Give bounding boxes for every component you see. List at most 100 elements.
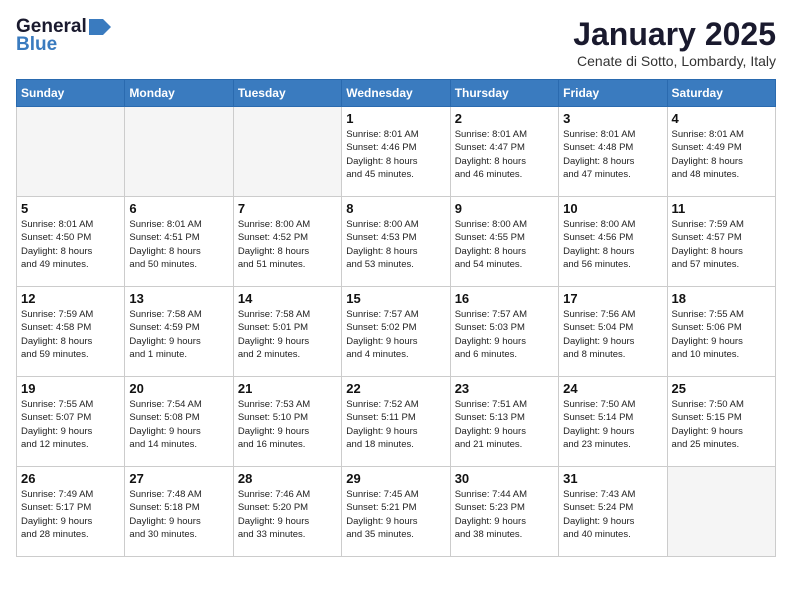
weekday-header-thursday: Thursday — [450, 80, 558, 107]
calendar-cell: 29 Sunrise: 7:45 AMSunset: 5:21 PMDayligh… — [342, 467, 450, 557]
day-number: 26 — [21, 471, 120, 486]
calendar-cell — [667, 467, 775, 557]
day-info: Sunrise: 7:45 AMSunset: 5:21 PMDaylight:… — [346, 488, 445, 541]
day-info: Sunrise: 8:01 AMSunset: 4:50 PMDaylight:… — [21, 218, 120, 271]
weekday-header-row: SundayMondayTuesdayWednesdayThursdayFrid… — [17, 80, 776, 107]
day-info: Sunrise: 7:46 AMSunset: 5:20 PMDaylight:… — [238, 488, 337, 541]
weekday-header-sunday: Sunday — [17, 80, 125, 107]
day-info: Sunrise: 7:52 AMSunset: 5:11 PMDaylight:… — [346, 398, 445, 451]
day-number: 31 — [563, 471, 662, 486]
title-area: January 2025 Cenate di Sotto, Lombardy, … — [573, 16, 776, 69]
calendar-cell: 18 Sunrise: 7:55 AMSunset: 5:06 PMDayligh… — [667, 287, 775, 377]
day-number: 11 — [672, 201, 771, 216]
location-text: Cenate di Sotto, Lombardy, Italy — [573, 53, 776, 69]
day-number: 6 — [129, 201, 228, 216]
logo: General Blue — [16, 16, 111, 56]
calendar-cell: 8Sunrise: 8:00 AMSunset: 4:53 PMDaylight… — [342, 197, 450, 287]
day-info: Sunrise: 7:51 AMSunset: 5:13 PMDaylight:… — [455, 398, 554, 451]
calendar-cell: 15Sunrise: 7:57 AMSunset: 5:02 PMDayligh… — [342, 287, 450, 377]
day-number: 27 — [129, 471, 228, 486]
day-info: Sunrise: 7:56 AMSunset: 5:04 PMDaylight:… — [563, 308, 662, 361]
calendar-cell: 11 Sunrise: 7:59 AMSunset: 4:57 PMDayligh… — [667, 197, 775, 287]
month-title: January 2025 — [573, 16, 776, 53]
calendar-cell — [17, 107, 125, 197]
page-header: General Blue January 2025 Cenate di Sott… — [16, 16, 776, 69]
day-number: 17 — [563, 291, 662, 306]
calendar-cell: 27 Sunrise: 7:48 AMSunset: 5:18 PMDayligh… — [125, 467, 233, 557]
day-info: Sunrise: 7:57 AMSunset: 5:02 PMDaylight:… — [346, 308, 445, 361]
calendar-cell: 30Sunrise: 7:44 AMSunset: 5:23 PMDayligh… — [450, 467, 558, 557]
day-number: 22 — [346, 381, 445, 396]
day-info: Sunrise: 8:01 AMSunset: 4:47 PMDaylight:… — [455, 128, 554, 181]
calendar-cell: 7Sunrise: 8:00 AMSunset: 4:52 PMDaylight… — [233, 197, 341, 287]
day-number: 18 — [672, 291, 771, 306]
calendar-cell: 13Sunrise: 7:58 AMSunset: 4:59 PMDayligh… — [125, 287, 233, 377]
calendar-cell — [233, 107, 341, 197]
week-row-5: 26 Sunrise: 7:49 AMSunset: 5:17 PMDayligh… — [17, 467, 776, 557]
calendar-cell: 1 Sunrise: 8:01 AMSunset: 4:46 PMDaylight… — [342, 107, 450, 197]
day-number: 5 — [21, 201, 120, 216]
logo-blue-text: Blue — [16, 34, 57, 56]
day-number: 19 — [21, 381, 120, 396]
day-info: Sunrise: 7:53 AMSunset: 5:10 PMDaylight:… — [238, 398, 337, 451]
day-info: Sunrise: 7:59 AMSunset: 4:58 PMDaylight:… — [21, 308, 120, 361]
calendar-cell: 19 Sunrise: 7:55 AMSunset: 5:07 PMDayligh… — [17, 377, 125, 467]
calendar-cell: 20Sunrise: 7:54 AMSunset: 5:08 PMDayligh… — [125, 377, 233, 467]
week-row-3: 12 Sunrise: 7:59 AMSunset: 4:58 PMDayligh… — [17, 287, 776, 377]
day-info: Sunrise: 8:01 AMSunset: 4:48 PMDaylight:… — [563, 128, 662, 181]
day-number: 29 — [346, 471, 445, 486]
day-number: 16 — [455, 291, 554, 306]
week-row-2: 5 Sunrise: 8:01 AMSunset: 4:50 PMDaylight… — [17, 197, 776, 287]
day-info: Sunrise: 8:00 AMSunset: 4:56 PMDaylight:… — [563, 218, 662, 271]
day-info: Sunrise: 7:44 AMSunset: 5:23 PMDaylight:… — [455, 488, 554, 541]
day-number: 9 — [455, 201, 554, 216]
day-number: 2 — [455, 111, 554, 126]
week-row-1: 1 Sunrise: 8:01 AMSunset: 4:46 PMDaylight… — [17, 107, 776, 197]
day-info: Sunrise: 7:43 AMSunset: 5:24 PMDaylight:… — [563, 488, 662, 541]
day-number: 25 — [672, 381, 771, 396]
day-number: 4 — [672, 111, 771, 126]
day-info: Sunrise: 8:01 AMSunset: 4:51 PMDaylight:… — [129, 218, 228, 271]
day-number: 13 — [129, 291, 228, 306]
day-info: Sunrise: 7:55 AMSunset: 5:07 PMDaylight:… — [21, 398, 120, 451]
day-number: 20 — [129, 381, 228, 396]
day-number: 28 — [238, 471, 337, 486]
day-info: Sunrise: 7:59 AMSunset: 4:57 PMDaylight:… — [672, 218, 771, 271]
weekday-header-monday: Monday — [125, 80, 233, 107]
day-info: Sunrise: 7:49 AMSunset: 5:17 PMDaylight:… — [21, 488, 120, 541]
day-info: Sunrise: 7:57 AMSunset: 5:03 PMDaylight:… — [455, 308, 554, 361]
day-info: Sunrise: 8:00 AMSunset: 4:53 PMDaylight:… — [346, 218, 445, 271]
calendar-cell: 26 Sunrise: 7:49 AMSunset: 5:17 PMDayligh… — [17, 467, 125, 557]
calendar-cell: 5 Sunrise: 8:01 AMSunset: 4:50 PMDaylight… — [17, 197, 125, 287]
day-number: 3 — [563, 111, 662, 126]
day-info: Sunrise: 7:50 AMSunset: 5:14 PMDaylight:… — [563, 398, 662, 451]
day-info: Sunrise: 7:58 AMSunset: 5:01 PMDaylight:… — [238, 308, 337, 361]
day-info: Sunrise: 7:55 AMSunset: 5:06 PMDaylight:… — [672, 308, 771, 361]
day-info: Sunrise: 7:50 AMSunset: 5:15 PMDaylight:… — [672, 398, 771, 451]
calendar-table: SundayMondayTuesdayWednesdayThursdayFrid… — [16, 79, 776, 557]
calendar-cell: 24Sunrise: 7:50 AMSunset: 5:14 PMDayligh… — [559, 377, 667, 467]
day-number: 12 — [21, 291, 120, 306]
calendar-cell: 6 Sunrise: 8:01 AMSunset: 4:51 PMDaylight… — [125, 197, 233, 287]
day-number: 7 — [238, 201, 337, 216]
calendar-cell: 2 Sunrise: 8:01 AMSunset: 4:47 PMDaylight… — [450, 107, 558, 197]
day-number: 1 — [346, 111, 445, 126]
calendar-cell: 10 Sunrise: 8:00 AMSunset: 4:56 PMDayligh… — [559, 197, 667, 287]
calendar-cell: 23 Sunrise: 7:51 AMSunset: 5:13 PMDayligh… — [450, 377, 558, 467]
week-row-4: 19 Sunrise: 7:55 AMSunset: 5:07 PMDayligh… — [17, 377, 776, 467]
calendar-cell: 31 Sunrise: 7:43 AMSunset: 5:24 PMDayligh… — [559, 467, 667, 557]
day-info: Sunrise: 7:48 AMSunset: 5:18 PMDaylight:… — [129, 488, 228, 541]
calendar-cell: 9Sunrise: 8:00 AMSunset: 4:55 PMDaylight… — [450, 197, 558, 287]
calendar-cell: 4Sunrise: 8:01 AMSunset: 4:49 PMDaylight… — [667, 107, 775, 197]
logo-arrow-icon — [89, 19, 111, 35]
weekday-header-wednesday: Wednesday — [342, 80, 450, 107]
calendar-cell: 21Sunrise: 7:53 AMSunset: 5:10 PMDayligh… — [233, 377, 341, 467]
weekday-header-friday: Friday — [559, 80, 667, 107]
calendar-cell: 14Sunrise: 7:58 AMSunset: 5:01 PMDayligh… — [233, 287, 341, 377]
calendar-cell — [125, 107, 233, 197]
day-number: 23 — [455, 381, 554, 396]
calendar-cell: 22 Sunrise: 7:52 AMSunset: 5:11 PMDayligh… — [342, 377, 450, 467]
calendar-cell: 12 Sunrise: 7:59 AMSunset: 4:58 PMDayligh… — [17, 287, 125, 377]
day-number: 10 — [563, 201, 662, 216]
day-info: Sunrise: 8:01 AMSunset: 4:46 PMDaylight:… — [346, 128, 445, 181]
